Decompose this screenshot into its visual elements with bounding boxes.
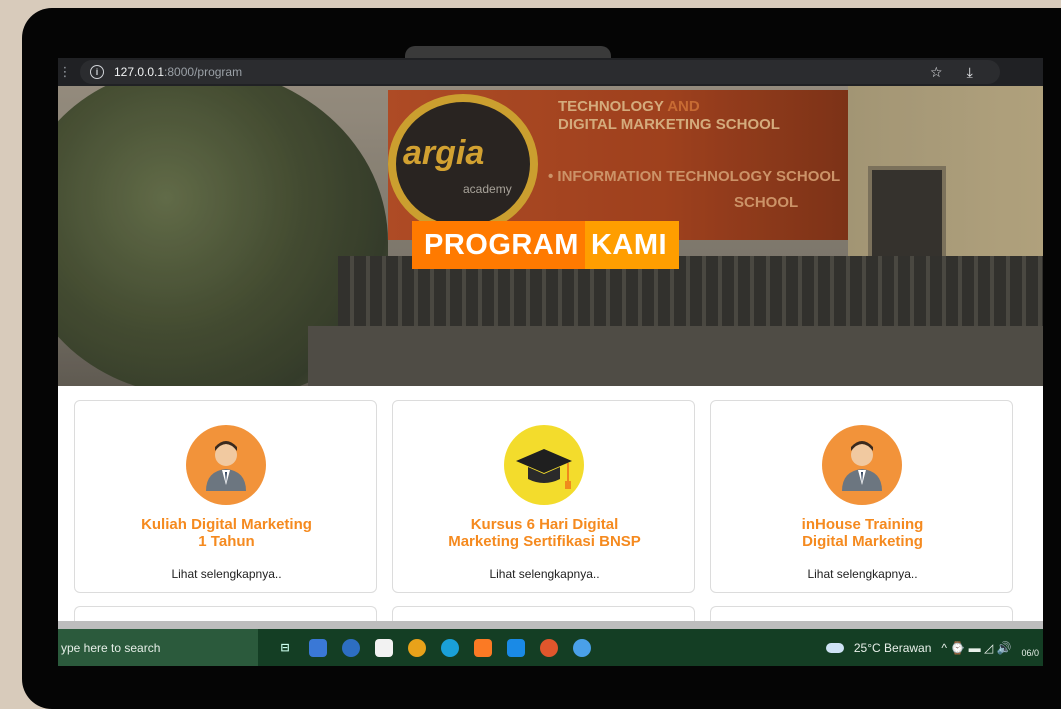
card-title[interactable]: Kursus 6 Hari Digital Marketing Sertifik… <box>413 516 676 550</box>
vscode-icon[interactable] <box>507 638 525 657</box>
graduation-cap-icon <box>504 425 584 505</box>
program-card-kuliah[interactable]: Kuliah Digital Marketing 1 Tahun Lihat s… <box>74 400 377 593</box>
screen: ⋮ i 127.0.0.1:8000/program ☆ ⤓ TECHNOLOG… <box>58 58 1043 666</box>
person-icon <box>822 425 902 505</box>
page-title-part-2: KAMI <box>584 221 680 269</box>
person-icon <box>186 425 266 505</box>
file-explorer-icon[interactable] <box>309 638 327 657</box>
chrome-profile-2-icon[interactable] <box>573 638 591 657</box>
chrome-profile-icon[interactable] <box>540 638 558 657</box>
card-read-more-link[interactable]: Lihat selengkapnya.. <box>731 567 994 581</box>
xampp-icon[interactable] <box>474 638 492 657</box>
tray-icons[interactable]: ^ ⌚ ▬ ◿ 🔊 <box>941 641 1011 655</box>
card-title[interactable]: inHouse Training Digital Marketing <box>731 516 994 550</box>
horizontal-scrollbar[interactable] <box>58 621 1043 629</box>
clock-date[interactable]: 06/0 <box>1021 648 1039 658</box>
edge-icon[interactable] <box>441 638 459 657</box>
bookmark-star-icon[interactable]: ☆ <box>930 64 943 81</box>
weather-text[interactable]: 25°C Berawan <box>854 641 932 655</box>
store-icon[interactable] <box>375 638 393 657</box>
download-icon[interactable]: ⤓ <box>967 64 973 81</box>
chrome-icon[interactable] <box>408 638 426 657</box>
url-host: 127.0.0.1 <box>114 65 165 79</box>
browser-address-bar: ⋮ i 127.0.0.1:8000/program ☆ ⤓ <box>58 58 1043 86</box>
page-title: PROGRAM KAMI <box>412 221 680 269</box>
hero-banner: TECHNOLOGY AND DIGITAL MARKETING SCHOOL … <box>58 86 1043 386</box>
weather-cloud-icon[interactable] <box>825 642 844 653</box>
page-title-part-1: PROGRAM <box>412 221 585 269</box>
task-view-icon[interactable]: ⊟ <box>276 639 294 657</box>
program-card-inhouse[interactable]: inHouse Training Digital Marketing Lihat… <box>710 400 1013 593</box>
url-path: :8000/program <box>164 65 243 79</box>
windows-taskbar: ype here to search ⊟ 25°C Berawan ^ ⌚ ▬ … <box>58 629 1043 666</box>
system-tray: 25°C Berawan ^ ⌚ ▬ ◿ 🔊 06/0 <box>825 638 1043 658</box>
taskbar-search-box[interactable]: ype here to search <box>58 629 258 666</box>
card-read-more-link[interactable]: Lihat selengkapnya.. <box>413 567 676 581</box>
laptop-notch <box>405 46 611 58</box>
card-title[interactable]: Kuliah Digital Marketing 1 Tahun <box>95 516 358 550</box>
url-field[interactable]: i 127.0.0.1:8000/program <box>80 60 1000 84</box>
copilot-icon[interactable] <box>342 638 360 657</box>
program-card-kursus[interactable]: Kursus 6 Hari Digital Marketing Sertifik… <box>392 400 695 593</box>
card-read-more-link[interactable]: Lihat selengkapnya.. <box>95 567 358 581</box>
site-info-icon[interactable]: i <box>90 65 104 79</box>
menu-dots-icon[interactable]: ⋮ <box>58 64 72 80</box>
